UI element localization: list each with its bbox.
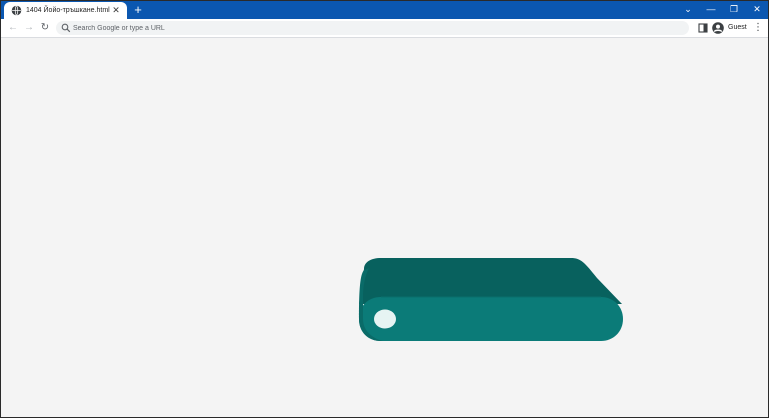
- back-button[interactable]: ←: [6, 21, 20, 35]
- slab-hole: [374, 309, 396, 329]
- globe-icon: [11, 5, 22, 16]
- close-window-button[interactable]: ✕: [746, 2, 768, 17]
- active-tab[interactable]: 1404 Йойо-тръшкане.html ✕: [4, 2, 127, 19]
- avatar-icon: [712, 22, 724, 34]
- tab-close-icon[interactable]: ✕: [110, 4, 122, 16]
- tab-title: 1404 Йойо-тръшкане.html: [26, 7, 110, 14]
- restore-button[interactable]: ❐: [723, 2, 745, 17]
- profile-label: Guest: [728, 24, 747, 31]
- omnibox[interactable]: [56, 21, 689, 35]
- tab-strip: 1404 Йойо-тръшкане.html ✕ + ⌄ — ❐ ✕: [1, 1, 768, 19]
- more-menu-icon[interactable]: ⋮: [752, 21, 764, 35]
- new-tab-button[interactable]: +: [131, 3, 145, 17]
- side-panel-icon[interactable]: [696, 21, 710, 35]
- tab-search-icon[interactable]: ⌄: [677, 2, 699, 17]
- slab-front-face: [359, 297, 623, 341]
- 3d-scene-canvas: [359, 258, 623, 341]
- profile-button[interactable]: Guest: [712, 21, 748, 35]
- minimize-button[interactable]: —: [700, 2, 722, 17]
- address-input[interactable]: [73, 21, 673, 35]
- forward-button[interactable]: →: [22, 21, 36, 35]
- browser-toolbar: ← → ↻ Guest ⋮: [1, 19, 768, 38]
- browser-window: 1404 Йойо-тръшкане.html ✕ + ⌄ — ❐ ✕ ← → …: [0, 0, 769, 418]
- search-icon: [61, 23, 71, 33]
- page-content: [1, 38, 768, 417]
- reload-button[interactable]: ↻: [38, 21, 52, 35]
